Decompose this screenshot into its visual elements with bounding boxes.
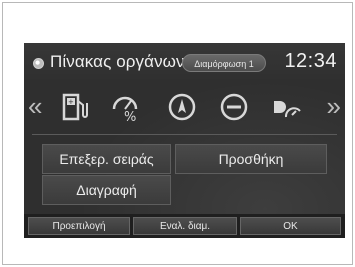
headlight-meter-icon[interactable] <box>268 89 304 125</box>
divider <box>32 134 337 135</box>
edit-order-button[interactable]: Επεξερ. σειράς <box>42 144 171 174</box>
ok-button[interactable]: OK <box>240 217 341 235</box>
svg-text:%: % <box>124 110 136 125</box>
svg-text:+: + <box>68 98 74 106</box>
home-dot-icon[interactable] <box>33 58 44 69</box>
switch-layout-button[interactable]: Εναλ. διαμ. <box>133 217 237 235</box>
add-button[interactable]: Προσθήκη <box>175 144 327 174</box>
speed-mute-icon[interactable]: % <box>108 89 144 125</box>
layout-selector[interactable]: Διαμόρφωση 1 <box>182 54 266 72</box>
page-title: Πίνακας οργάνων <box>50 52 185 71</box>
chevron-right-icon[interactable]: » <box>327 91 341 121</box>
header-bar: Πίνακας οργάνων Διαμόρφωση 1 12:34 <box>24 43 345 81</box>
fuel-economy-icon[interactable]: + <box>56 89 92 125</box>
navigation-compass-icon[interactable] <box>164 89 200 125</box>
delete-button[interactable]: Διαγραφή <box>42 175 171 205</box>
infotainment-screen: Πίνακας οργάνων Διαμόρφωση 1 12:34 « + % <box>24 43 345 238</box>
clock: 12:34 <box>284 50 337 72</box>
gauge-icon-row: « + % » <box>24 83 345 131</box>
chevron-left-icon[interactable]: « <box>28 91 42 121</box>
minus-circle-icon[interactable] <box>216 89 252 125</box>
default-button[interactable]: Προεπιλογή <box>28 217 130 235</box>
figure-frame: Πίνακας οργάνων Διαμόρφωση 1 12:34 « + % <box>2 2 353 265</box>
softkey-bar: Προεπιλογή Εναλ. διαμ. OK <box>24 214 345 238</box>
